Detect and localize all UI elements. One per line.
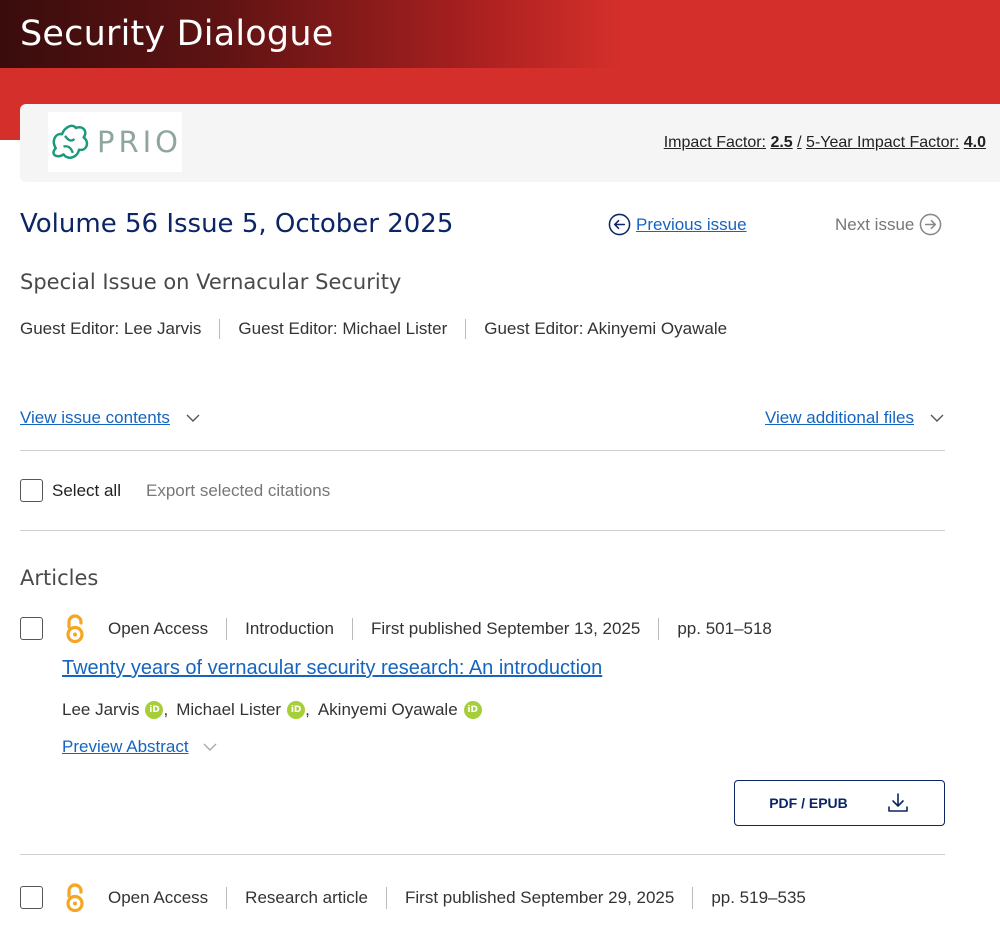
open-access-icon — [66, 883, 84, 913]
orcid-icon[interactable]: iD — [463, 701, 482, 719]
guest-editor: Guest Editor: Michael Lister — [219, 319, 465, 339]
articles-heading: Articles — [20, 566, 99, 590]
impact-factor-label: Impact Factor: — [663, 134, 766, 151]
guest-editor: Guest Editor: Akinyemi Oyawale — [465, 319, 745, 339]
preview-abstract-toggle[interactable]: Preview Abstract — [62, 737, 217, 757]
article-meta: Open Access Research article First publi… — [62, 883, 824, 913]
prio-logo-icon — [52, 124, 89, 159]
page-range: pp. 519–535 — [692, 887, 824, 909]
article-select-checkbox[interactable] — [20, 617, 43, 640]
arrow-left-circle-icon — [608, 213, 631, 236]
brand-bar: PRIO Impact Factor: 2.5 / 5-Year Impact … — [20, 104, 1000, 182]
author-name: Akinyemi Oyawale — [317, 700, 458, 719]
guest-editor: Guest Editor: Lee Jarvis — [20, 319, 202, 338]
divider — [20, 450, 945, 451]
author-name: Lee Jarvis — [62, 700, 140, 719]
journal-title[interactable]: Security Dialogue — [20, 14, 333, 54]
access-label: Open Access — [108, 888, 209, 907]
guest-editors: Guest Editor: Lee Jarvis Guest Editor: M… — [20, 319, 745, 339]
arrow-right-circle-icon — [920, 213, 942, 236]
view-additional-files-toggle[interactable]: View additional files — [765, 408, 944, 428]
article-meta: Open Access Introduction First published… — [62, 614, 790, 644]
chevron-down-icon — [186, 414, 200, 422]
pdf-epub-button[interactable]: PDF / EPUB — [734, 780, 945, 826]
next-issue-link[interactable]: Next issue — [835, 213, 942, 236]
orcid-icon[interactable]: iD — [287, 701, 306, 719]
impact-factor[interactable]: Impact Factor: 2.5 / 5-Year Impact Facto… — [664, 134, 986, 152]
author[interactable]: Lee Jarvis iD — [62, 700, 164, 720]
publish-date: First published September 13, 2025 — [352, 618, 658, 640]
prio-logo-text: PRIO — [96, 125, 182, 159]
article-authors: Lee Jarvis iD , Michael Lister iD , Akin… — [62, 700, 482, 720]
select-all-label[interactable]: Select all — [52, 481, 121, 501]
publish-date: First published September 29, 2025 — [386, 887, 692, 909]
divider — [20, 530, 945, 531]
special-issue-title: Special Issue on Vernacular Security — [20, 270, 402, 294]
previous-issue-link[interactable]: Previous issue — [608, 213, 747, 236]
download-icon — [887, 793, 908, 812]
export-citations-button[interactable]: Export selected citations — [146, 481, 330, 501]
view-issue-contents-label: View issue contents — [20, 408, 170, 427]
chevron-down-icon — [930, 414, 944, 422]
author-separator: , — [163, 700, 169, 719]
article-type: Research article — [226, 887, 386, 909]
open-access-icon — [66, 614, 84, 644]
author[interactable]: Michael Lister iD — [176, 700, 306, 720]
previous-issue-label: Previous issue — [636, 214, 747, 234]
impact-factor-value: 2.5 — [770, 134, 793, 151]
view-issue-contents-toggle[interactable]: View issue contents — [20, 408, 200, 428]
issue-title: Volume 56 Issue 5, October 2025 — [20, 209, 454, 239]
article-type: Introduction — [226, 618, 352, 640]
author-separator: , — [305, 700, 310, 719]
impact-separator: / — [797, 134, 802, 151]
author-name: Michael Lister — [176, 700, 282, 719]
select-all-checkbox[interactable] — [20, 479, 43, 502]
article-select-checkbox[interactable] — [20, 886, 43, 909]
next-issue-label: Next issue — [835, 214, 915, 234]
view-additional-files-label: View additional files — [765, 408, 914, 427]
five-year-impact-value: 4.0 — [963, 134, 986, 151]
chevron-down-icon — [203, 743, 217, 751]
five-year-impact-label: 5-Year Impact Factor: — [806, 134, 960, 151]
author[interactable]: Akinyemi Oyawale iD — [318, 700, 482, 720]
pdf-epub-label: PDF / EPUB — [769, 795, 848, 811]
prio-logo[interactable]: PRIO — [48, 112, 182, 172]
orcid-icon[interactable]: iD — [145, 701, 164, 719]
page-range: pp. 501–518 — [658, 618, 790, 640]
article-title-link[interactable]: Twenty years of vernacular security rese… — [62, 657, 602, 680]
divider — [20, 854, 945, 855]
preview-abstract-label: Preview Abstract — [62, 737, 189, 756]
access-label: Open Access — [108, 619, 209, 638]
